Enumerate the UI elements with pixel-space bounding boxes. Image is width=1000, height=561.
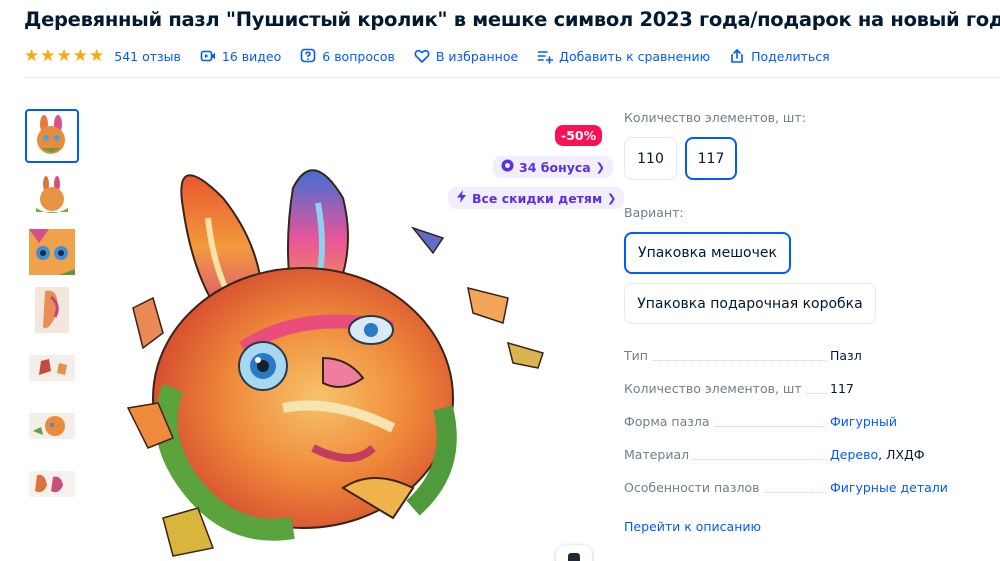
share-icon bbox=[729, 48, 745, 64]
go-to-description-link[interactable]: Перейти к описанию bbox=[624, 519, 761, 534]
variant-option-gift-box[interactable]: Упаковка подарочная коробка bbox=[624, 283, 876, 324]
variant-option-bag[interactable]: Упаковка мешочек bbox=[624, 232, 791, 274]
product-title: Деревянный пазл "Пушистый кролик" в мешк… bbox=[24, 8, 1000, 31]
spec-value: Пазл bbox=[830, 348, 862, 363]
chevron-right-icon: ❯ bbox=[595, 160, 605, 174]
star-icon: ★ bbox=[72, 45, 88, 66]
gallery-thumbnail[interactable] bbox=[25, 109, 79, 163]
spec-value: 117 bbox=[830, 381, 854, 396]
product-meta-bar: ★ ★ ★ ★ ★ 541 отзыв 16 видео 6 вопросов … bbox=[24, 46, 849, 66]
videos-link[interactable]: 16 видео bbox=[200, 48, 281, 64]
gallery-thumbnail[interactable] bbox=[25, 399, 79, 453]
bonus-label: 34 бонуса bbox=[519, 159, 591, 175]
reviews-count: 541 отзыв bbox=[114, 48, 181, 64]
kids-discounts-label: Все скидки детям bbox=[472, 190, 603, 206]
questions-link[interactable]: 6 вопросов bbox=[300, 48, 395, 64]
gallery-thumbnail[interactable] bbox=[25, 167, 79, 221]
header-divider bbox=[24, 77, 1000, 78]
spec-key: Материал bbox=[624, 447, 694, 462]
spec-value-container: Фигурный bbox=[830, 414, 897, 429]
spec-value-container: Фигурные детали bbox=[830, 480, 948, 495]
star-icon: ★ bbox=[89, 45, 105, 66]
spec-row-shape: Форма пазла Фигурный bbox=[624, 414, 1000, 432]
kids-discounts-badge[interactable]: Все скидки детям ❯ bbox=[448, 187, 625, 209]
play-icon bbox=[568, 553, 580, 561]
spec-key: Особенности пазлов bbox=[624, 480, 764, 495]
compare-label: Добавить к сравнению bbox=[559, 48, 711, 64]
share-button[interactable]: Поделиться bbox=[729, 48, 830, 64]
add-to-compare-button[interactable]: Добавить к сравнению bbox=[537, 48, 710, 64]
gallery-thumbnail[interactable] bbox=[25, 225, 79, 279]
star-icon: ★ bbox=[24, 45, 40, 66]
question-icon bbox=[300, 48, 316, 64]
lightning-icon bbox=[456, 190, 467, 206]
spec-row-material: Материал Дерево, ЛХДФ bbox=[624, 447, 1000, 465]
bonus-badge[interactable]: 34 бонуса ❯ bbox=[493, 156, 613, 178]
questions-count: 6 вопросов bbox=[322, 48, 395, 64]
gallery-thumbnail[interactable] bbox=[25, 457, 79, 511]
spec-key: Количество элементов, шт bbox=[624, 381, 806, 396]
count-option-label: Количество элементов, шт: bbox=[624, 110, 806, 125]
bonus-coin-icon bbox=[501, 159, 514, 175]
count-option-117[interactable]: 117 bbox=[685, 137, 737, 180]
spec-value-link[interactable]: Дерево bbox=[830, 447, 878, 462]
rating-stars[interactable]: ★ ★ ★ ★ ★ bbox=[24, 45, 105, 66]
favorites-label: В избранное bbox=[435, 48, 519, 64]
videos-count: 16 видео bbox=[221, 48, 282, 64]
gallery-thumbnail[interactable] bbox=[25, 283, 79, 337]
variant-option-label: Вариант: bbox=[624, 205, 684, 220]
spec-key: Форма пазла bbox=[624, 414, 714, 429]
video-play-button[interactable] bbox=[556, 545, 592, 561]
gallery-thumbnail[interactable] bbox=[25, 341, 79, 395]
spec-row-type: Тип Пазл bbox=[624, 348, 1000, 366]
star-icon: ★ bbox=[56, 45, 72, 66]
spec-key: Тип bbox=[624, 348, 652, 363]
share-label: Поделиться bbox=[751, 48, 830, 64]
discount-badge: -50% bbox=[555, 125, 603, 146]
add-to-favorites-button[interactable]: В избранное bbox=[414, 48, 518, 64]
heart-icon bbox=[414, 48, 430, 64]
reviews-link[interactable]: 541 отзыв bbox=[114, 49, 181, 64]
spec-value-link[interactable]: Фигурные детали bbox=[830, 480, 948, 495]
spec-value-container: Дерево, ЛХДФ bbox=[830, 447, 925, 462]
count-option-110[interactable]: 110 bbox=[624, 137, 677, 180]
spec-value-link[interactable]: Фигурный bbox=[830, 414, 897, 429]
star-icon: ★ bbox=[40, 45, 56, 66]
video-icon bbox=[200, 48, 216, 64]
gallery-thumbnails bbox=[25, 109, 79, 515]
spec-dots bbox=[624, 360, 826, 361]
spec-value-extra: , ЛХДФ bbox=[878, 447, 925, 462]
compare-icon bbox=[537, 48, 554, 64]
spec-row-features: Особенности пазлов Фигурные детали bbox=[624, 480, 1000, 498]
spec-row-count: Количество элементов, шт 117 bbox=[624, 381, 1000, 399]
chevron-right-icon: ❯ bbox=[607, 191, 617, 205]
